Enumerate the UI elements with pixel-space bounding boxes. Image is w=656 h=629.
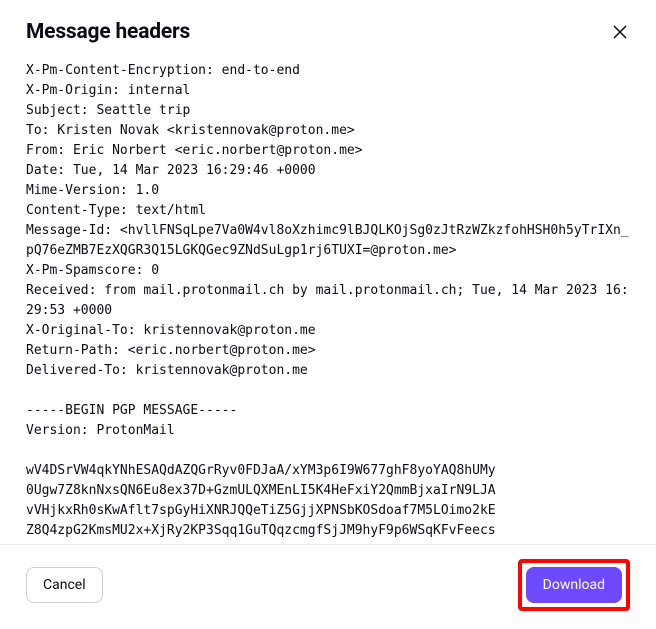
close-icon xyxy=(612,28,628,43)
download-button[interactable]: Download xyxy=(526,567,622,603)
modal-header: Message headers xyxy=(0,0,656,53)
modal-title: Message headers xyxy=(26,20,190,44)
message-headers-modal: Message headers X-Pm-Content-Encryption:… xyxy=(0,0,656,629)
message-headers-text: X-Pm-Content-Encryption: end-to-end X-Pm… xyxy=(26,61,630,541)
modal-footer: Cancel Download xyxy=(0,544,656,629)
download-highlight: Download xyxy=(518,559,630,611)
close-button[interactable] xyxy=(610,22,630,45)
modal-body: X-Pm-Content-Encryption: end-to-end X-Pm… xyxy=(0,53,656,544)
cancel-button[interactable]: Cancel xyxy=(26,567,103,603)
